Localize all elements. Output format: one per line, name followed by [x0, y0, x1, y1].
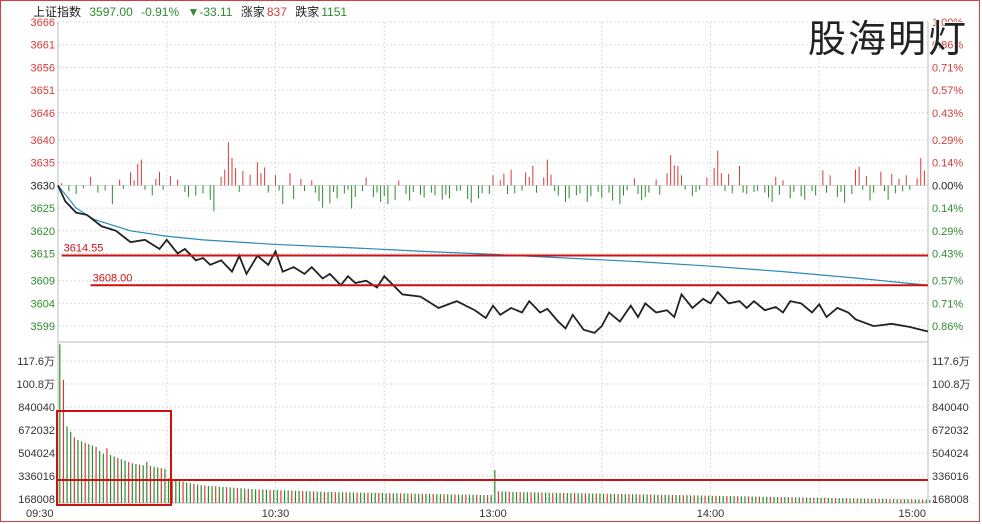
price-tick-label: 3599 — [31, 321, 55, 333]
decliners-label: 跌家 — [295, 5, 320, 19]
price-tick-label: 3620 — [31, 226, 55, 238]
volume-tick-label-right: 117.6万 — [932, 356, 970, 368]
volume-tick-label-right: 672032 — [932, 425, 969, 437]
pct-tick-label: 0.00% — [932, 180, 963, 192]
advancers-label: 涨家 — [240, 5, 265, 19]
pct-tick-label: 0.14% — [932, 158, 963, 170]
pct-tick-label: 0.57% — [932, 276, 963, 288]
volume-tick-label: 504024 — [18, 448, 55, 460]
volume-tick-label: 117.6万 — [17, 356, 55, 368]
support-line-label: 3614.55 — [64, 243, 104, 255]
price-tick-label: 3625 — [31, 203, 55, 215]
volume-tick-label-right: 168008 — [932, 494, 969, 506]
decliners-count: 1151 — [321, 5, 348, 19]
index-change: ▼-33.11 — [187, 5, 233, 19]
pct-tick-label: 0.29% — [932, 226, 963, 238]
price-tick-label: 3646 — [31, 108, 55, 120]
time-tick-label: 15:00 — [898, 508, 926, 520]
index-price: 3597.00 — [89, 5, 133, 19]
pct-tick-label: 0.71% — [932, 298, 963, 310]
support-line-label: 3608.00 — [93, 272, 133, 284]
pct-tick-label: 0.29% — [932, 135, 963, 147]
price-tick-label: 3604 — [31, 298, 55, 310]
chart-header: 上证指数 3597.00 -0.91% ▼-33.11 涨家 837 跌家 1151 — [33, 3, 352, 20]
price-tick-label: 3635 — [31, 158, 55, 170]
price-tick-label: 3609 — [31, 276, 55, 288]
price-tick-label: 3640 — [31, 135, 55, 147]
pct-tick-label: 0.86% — [932, 321, 963, 333]
watermark-logo: 股海明灯 — [807, 17, 968, 61]
volume-tick-label: 672032 — [18, 425, 55, 437]
time-tick-label: 14:00 — [697, 508, 725, 520]
price-tick-label: 3656 — [31, 62, 55, 74]
index-pct: -0.91% — [141, 5, 180, 19]
time-tick-label: 09:30 — [26, 508, 54, 520]
index-title: 上证指数 — [33, 5, 82, 19]
volume-tick-label-right: 504024 — [932, 448, 969, 460]
price-tick-label: 3651 — [31, 85, 55, 97]
pct-tick-label: 0.57% — [932, 85, 963, 97]
price-tick-label: 3615 — [31, 248, 55, 260]
intraday-chart: 3666 1.00%3661 0.86%3656 0.71%3651 0.57%3646… — [16, 17, 971, 520]
volume-tick-label-right: 840040 — [932, 402, 969, 414]
price-tick-label: 3661 — [31, 40, 55, 52]
price-tick-label: 3630 — [31, 180, 55, 192]
volume-tick-label: 840040 — [18, 402, 55, 414]
volume-tick-label: 168008 — [18, 494, 55, 506]
time-tick-label: 10:30 — [262, 508, 290, 520]
time-tick-label: 13:00 — [479, 508, 507, 520]
pct-tick-label: 0.71% — [932, 62, 963, 74]
volume-tick-label-right: 336016 — [932, 471, 969, 483]
pct-tick-label: 0.14% — [932, 203, 963, 215]
pct-tick-label: 0.43% — [932, 248, 963, 260]
volume-tick-label: 336016 — [18, 471, 55, 483]
advancers-count: 837 — [266, 5, 287, 19]
pct-tick-label: 0.43% — [932, 108, 963, 120]
volume-tick-label: 100.8万 — [16, 379, 55, 391]
volume-tick-label-right: 100.8万 — [932, 379, 971, 391]
